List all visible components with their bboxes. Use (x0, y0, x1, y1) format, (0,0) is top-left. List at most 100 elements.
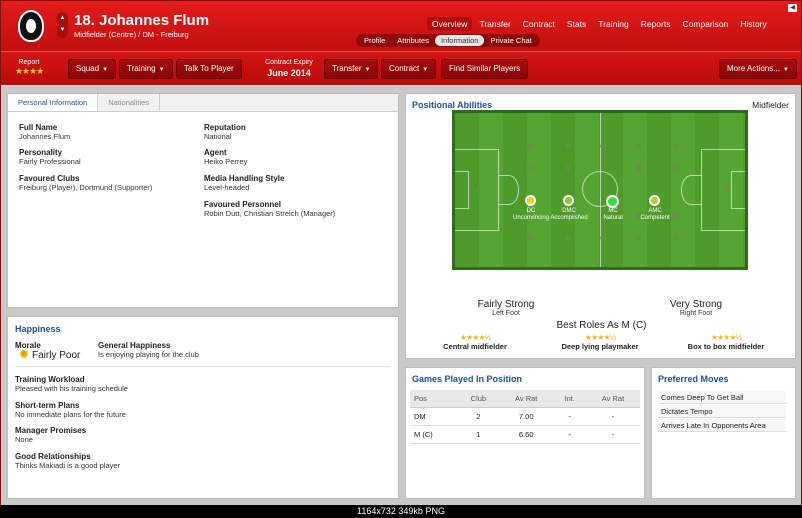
tab-nationalities[interactable]: Nationalities (98, 94, 161, 111)
report-widget[interactable]: Report ★★★★ (9, 59, 49, 77)
header-bar: ▲ ▼ 18. Johannes Flum Midfielder (Centre)… (1, 1, 801, 51)
positional-abilities-panel: Positional Abilities Midfielder DC Unconv… (405, 93, 796, 359)
training-button[interactable]: Training ▼ (119, 59, 173, 79)
more-actions-button[interactable]: More Actions... ▼ (719, 59, 797, 79)
position-amc-marker[interactable] (649, 195, 660, 206)
training-workload-label: Training Workload (15, 375, 85, 384)
full-name-label: Full Name (19, 123, 58, 132)
personal-info-panel: Personal Information Nationalities Full … (7, 93, 399, 308)
reputation-value: National (204, 132, 232, 141)
favoured-personnel-value: Robin Dutt, Christian Streich (Manager) (204, 209, 336, 218)
tab-contract[interactable]: Contract (518, 17, 560, 31)
subtab-information[interactable]: Information (434, 35, 485, 46)
tab-history[interactable]: History (735, 17, 771, 31)
role-stars-icon: ★★★★½ (584, 333, 616, 342)
reputation-label: Reputation (204, 123, 246, 132)
role-name: Box to box midfielder (687, 342, 765, 351)
col-club[interactable]: Club (457, 390, 500, 408)
tab-reports[interactable]: Reports (636, 17, 676, 31)
col-pos[interactable]: Pos (410, 390, 458, 408)
role-deep-lying-playmaker[interactable]: ★★★★½ Deep lying playmaker (545, 333, 655, 351)
best-roles-title: Best Roles As M (C) (556, 320, 647, 331)
happiness-title: Happiness (15, 324, 61, 334)
contract-expiry-label: Contract Expiry (265, 59, 313, 66)
player-name: 18. Johannes Flum (74, 12, 210, 29)
morale-smiley-icon: ☺ (20, 350, 28, 358)
subtab-attributes[interactable]: Attributes (391, 35, 435, 46)
positional-title: Positional Abilities (412, 100, 493, 110)
morale-value: Fairly Poor (32, 350, 81, 361)
left-foot: Fairly Strong Left Foot (446, 299, 566, 317)
personality-value: Fairly Professional (19, 157, 81, 166)
role-name: Deep lying playmaker (561, 342, 639, 351)
right-foot-strength: Very Strong (669, 299, 723, 310)
report-label: Report (18, 59, 40, 66)
general-happiness-label: General Happiness (98, 341, 171, 350)
right-foot-label: Right Foot (679, 310, 713, 317)
agent-value: Heiko Perrey (204, 157, 248, 166)
position-dc-marker[interactable] (525, 195, 536, 206)
short-term-plans-label: Short-term Plans (15, 401, 80, 410)
pitch-diagram: DC Unconvincing DMC Accomplished MC Natural… (452, 110, 748, 270)
main-nav: Overview Transfer Contract Stats Trainin… (427, 17, 772, 31)
favoured-clubs-label: Favoured Clubs (19, 174, 80, 183)
general-happiness-value: Is enjoying playing for the club (98, 350, 199, 359)
table-row[interactable]: DM 2 7.00 - - (410, 407, 640, 426)
role-box-to-box-midfielder[interactable]: ★★★★½ Box to box midfielder (671, 333, 781, 351)
contract-expiry-value: June 2014 (267, 68, 311, 78)
tab-transfer[interactable]: Transfer (474, 17, 515, 31)
list-item[interactable]: Arrives Late In Opponents Area (658, 419, 786, 432)
col-int[interactable]: Int. (553, 390, 586, 408)
position-amc-label: AMC Competent (640, 208, 670, 221)
player-switch-arrows-icon[interactable]: ▲ ▼ (57, 12, 68, 38)
subtab-private-chat[interactable]: Private Chat (484, 35, 537, 46)
find-similar-players-button[interactable]: Find Similar Players (441, 59, 529, 79)
tab-training[interactable]: Training (593, 17, 633, 31)
position-mc-marker[interactable] (606, 195, 619, 208)
talk-to-player-button[interactable]: Talk To Player (176, 59, 242, 79)
media-handling-label: Media Handling Style (204, 174, 285, 183)
left-foot-label: Left Foot (492, 310, 520, 317)
media-handling-value: Level-headed (204, 183, 250, 192)
manager-promises-label: Manager Promises (15, 426, 87, 435)
transfer-button[interactable]: Transfer ▼ (324, 59, 379, 79)
morale-label: Morale (15, 341, 41, 350)
subtab-profile[interactable]: Profile (358, 35, 391, 46)
club-crest-icon (18, 10, 44, 42)
favoured-clubs-value: Freiburg (Player), Dortmund (Supporter) (19, 183, 153, 192)
action-toolbar: Report ★★★★ Squad ▼ Training ▼ Talk To Pla… (1, 51, 801, 85)
list-item[interactable]: Comes Deep To Get Ball (658, 391, 786, 404)
tab-personal-information[interactable]: Personal Information (8, 94, 99, 111)
position-type: Midfielder (752, 100, 789, 110)
role-name: Central midfielder (443, 342, 507, 351)
role-central-midfielder[interactable]: ★★★★½ Central midfielder (420, 333, 530, 351)
good-relationships-value: Thinks Makiadi is a good player (15, 461, 121, 470)
col-int-av-rat[interactable]: Av Rat (585, 390, 640, 408)
happiness-panel: Happiness Morale ☺ Fairly Poor General H… (7, 316, 399, 499)
contract-button[interactable]: Contract ▼ (381, 59, 437, 79)
position-dmc-marker[interactable] (563, 195, 574, 206)
agent-label: Agent (204, 148, 227, 157)
preferred-moves-title: Preferred Moves (658, 374, 729, 384)
role-stars-icon: ★★★★½ (710, 333, 742, 342)
squad-button[interactable]: Squad ▼ (68, 59, 117, 79)
image-caption: 1164x732 349kb PNG (0, 505, 802, 518)
right-foot: Very Strong Right Foot (636, 299, 756, 317)
col-av-rat[interactable]: Av Rat (499, 390, 554, 408)
player-subtitle: Midfielder (Centre) / DM - Freiburg (74, 30, 189, 39)
games-played-title: Games Played In Position (412, 374, 523, 384)
training-workload-value: Pleased with his training schedule (15, 384, 128, 393)
close-icon[interactable]: ◀ (788, 4, 797, 12)
tab-stats[interactable]: Stats (562, 17, 591, 31)
table-row[interactable]: M (C) 1 6.60 - - (410, 425, 640, 444)
personal-tabs: Personal Information Nationalities (8, 94, 398, 112)
full-name-value: Johannes Flum (19, 132, 71, 141)
tab-overview[interactable]: Overview (427, 17, 473, 31)
role-stars-icon: ★★★★½ (459, 333, 491, 342)
tab-comparison[interactable]: Comparison (677, 17, 733, 31)
manager-promises-value: None (15, 435, 33, 444)
list-item[interactable]: Dictates Tempo (658, 405, 786, 418)
player-window: ▲ ▼ 18. Johannes Flum Midfielder (Centre)… (0, 0, 802, 518)
contract-expiry: Contract Expiry June 2014 (253, 59, 325, 78)
report-stars-icon: ★★★★ (14, 66, 44, 76)
